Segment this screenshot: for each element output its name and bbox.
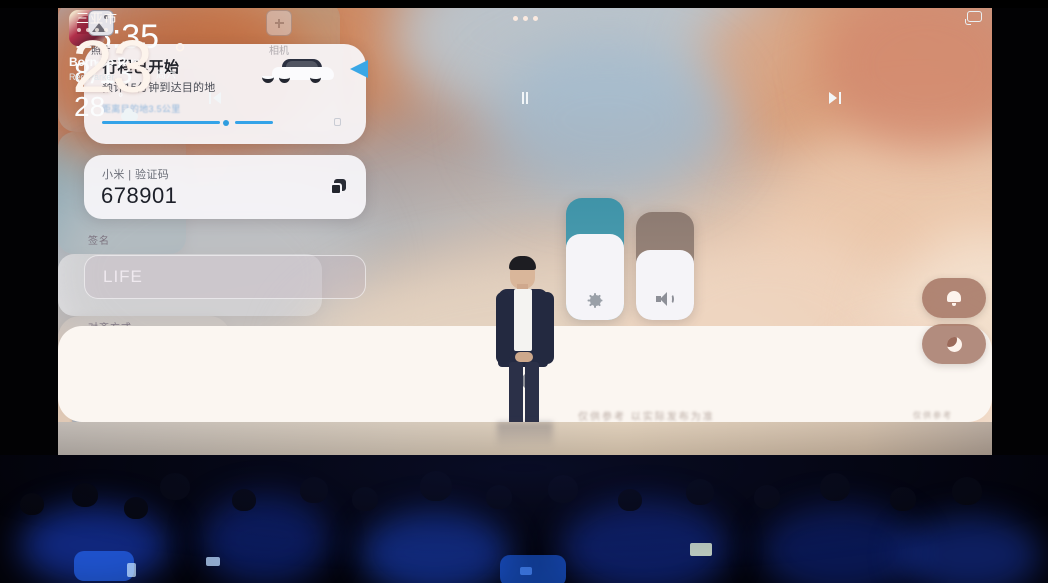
trip-progress-bar <box>102 118 342 126</box>
brightness-slider[interactable] <box>566 198 624 320</box>
volume-speaker-icon <box>636 292 694 306</box>
clock-weekday: 周六 <box>156 70 176 81</box>
navigation-arrow-icon <box>350 60 368 78</box>
signature-label: 签名 <box>88 236 110 247</box>
watermark-primary: 仅供参考 以实际发布为准 <box>578 412 715 422</box>
bell-icon <box>947 290 961 306</box>
car-icon <box>262 56 344 86</box>
code-label: 小米 | 验证码 <box>102 169 170 181</box>
do-not-disturb-toggle-button[interactable] <box>922 324 986 364</box>
left-dark-wall <box>0 0 58 455</box>
moon-icon <box>946 336 962 352</box>
code-value: 678901 <box>101 183 178 208</box>
verification-code-card[interactable]: 小米 | 验证码 678901 <box>84 155 366 219</box>
weather-temperature: 23 <box>72 25 153 108</box>
weather-degree-symbol: ° <box>174 38 186 71</box>
add-photo-icon <box>266 10 292 36</box>
shortcut-camera-label: 相机 <box>269 46 289 57</box>
presenter-reflection <box>497 422 553 448</box>
right-dark-wall <box>992 0 1048 455</box>
venue-room: 行程已开始 预计15分钟到达目的地 距离目的地3.5公里 小米 | 验证码 67… <box>0 0 1048 583</box>
signature-input[interactable]: LIFE <box>84 255 366 299</box>
volume-slider[interactable] <box>636 212 694 320</box>
cloud-icon <box>121 108 138 121</box>
copy-icon[interactable] <box>330 179 346 195</box>
ring-toggle-button[interactable] <box>922 278 986 318</box>
audience-area <box>0 455 1048 583</box>
top-dark-edge <box>0 0 1048 8</box>
brightness-sun-icon <box>566 293 624 308</box>
watermark-secondary: 仅供参考 <box>913 411 953 420</box>
